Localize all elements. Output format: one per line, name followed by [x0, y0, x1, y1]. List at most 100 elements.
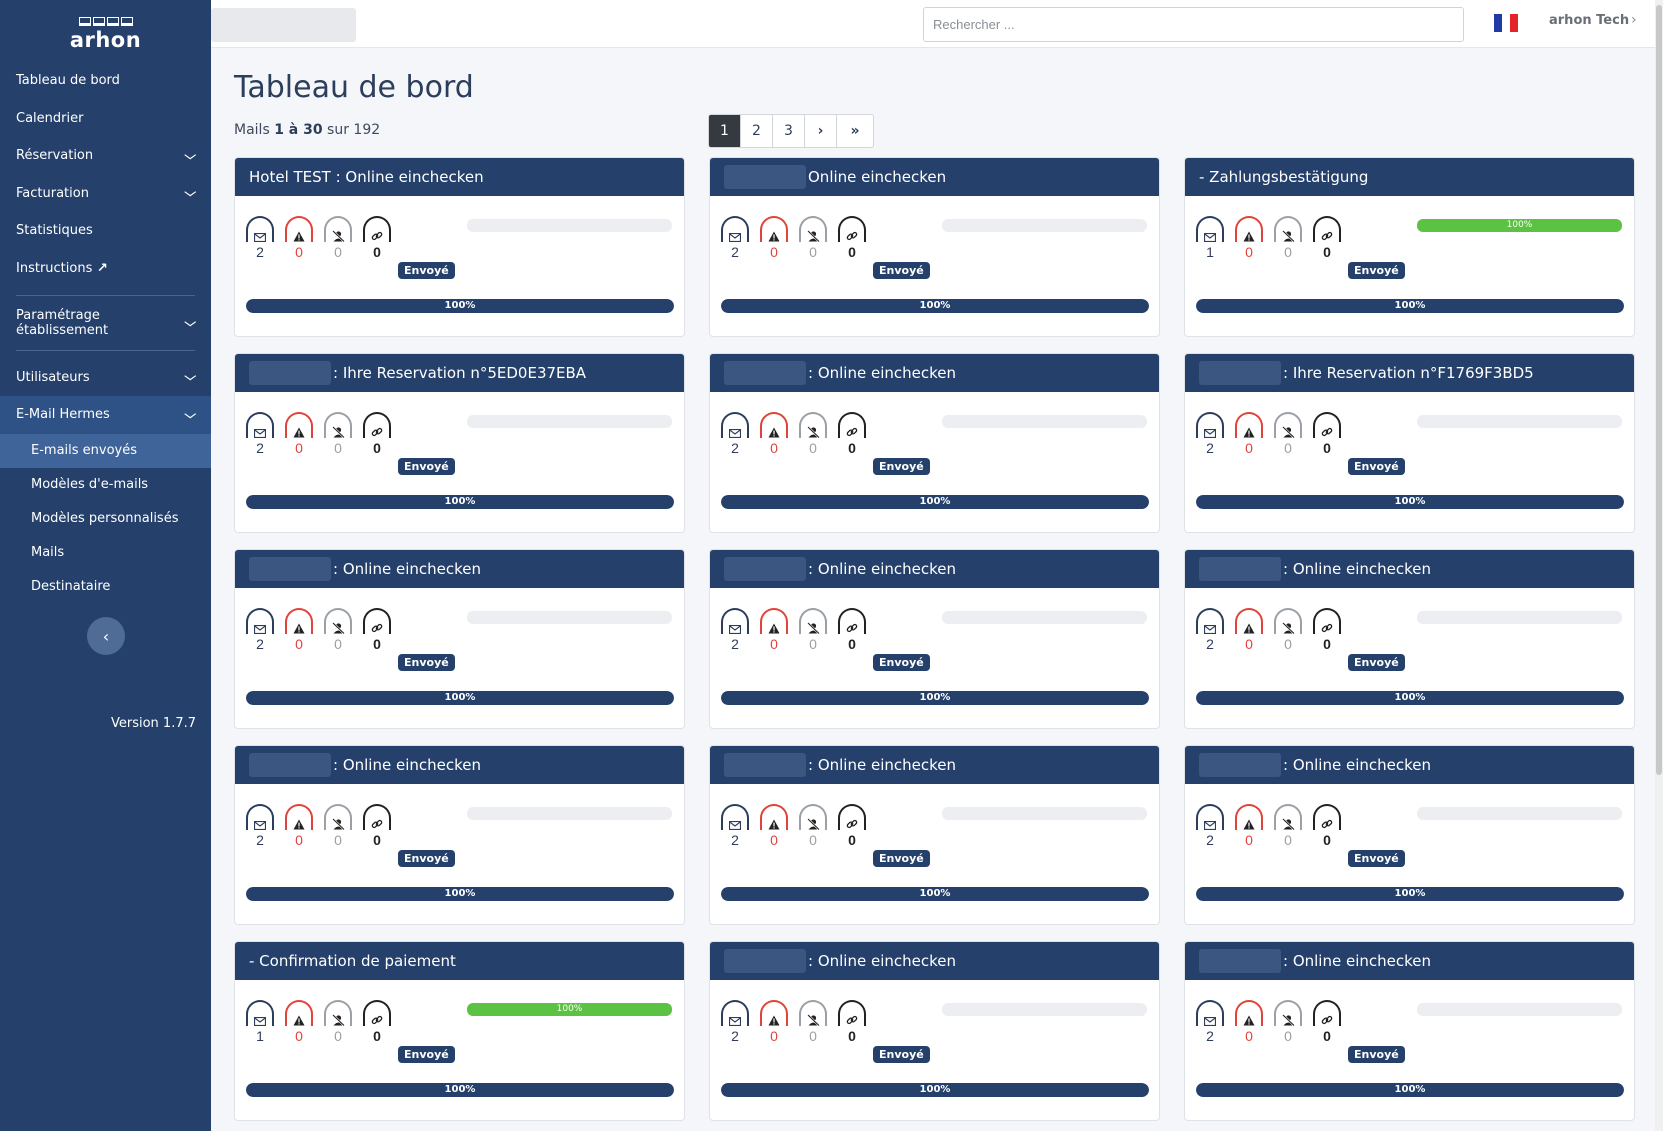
card-stats: 2000	[246, 804, 391, 848]
send-progress-fill: 100%	[721, 299, 1149, 313]
mail-card[interactable]: : Online einchecken 2 0 0 0 Envoyé 100%	[1184, 549, 1635, 729]
send-progress-fill: 100%	[721, 1083, 1149, 1097]
warning-stat: 0	[760, 412, 788, 456]
mail-stat: 2	[1196, 608, 1224, 652]
mail-stat: 2	[1196, 412, 1224, 456]
warn-count: 0	[1245, 636, 1253, 652]
mail-card[interactable]: : Online einchecken 2 0 0 0 Envoyé 100%	[1184, 745, 1635, 925]
send-progress-fill: 100%	[246, 1083, 674, 1097]
logo-mark-icon	[78, 16, 133, 26]
link-count: 0	[848, 636, 856, 652]
blocked-count: 0	[1284, 636, 1292, 652]
blocked-user-stat: 0	[799, 216, 827, 260]
warning-icon	[760, 608, 788, 634]
link-stat: 0	[838, 608, 866, 652]
link-count: 0	[1323, 440, 1331, 456]
send-progress-fill: 100%	[246, 299, 674, 313]
card-title-text: Online einchecken	[808, 168, 947, 186]
mail-card[interactable]: : Online einchecken 2 0 0 0 Envoyé 100%	[1184, 941, 1635, 1121]
next-page-button[interactable]: ›	[805, 115, 837, 147]
send-progress-fill: 100%	[721, 887, 1149, 901]
sidebar-item-e-mail-hermes[interactable]: E-Mail Hermes ⌵	[0, 396, 211, 434]
warning-icon	[285, 216, 313, 242]
chevron-right-icon[interactable]: ›	[1631, 12, 1637, 28]
sidebar-item-label: Réservation	[16, 148, 94, 164]
sidebar-item-utilisateurs[interactable]: Utilisateurs ⌵	[0, 359, 211, 397]
page-1-button[interactable]: 1	[709, 115, 741, 147]
chevron-down-icon: ⌵	[183, 370, 196, 384]
send-progress-bar: 100%	[1196, 299, 1624, 313]
open-progress-bar: 100%	[1417, 219, 1622, 232]
blocked-count: 0	[809, 832, 817, 848]
fr-flag-icon[interactable]	[1494, 14, 1518, 32]
link-count: 0	[373, 1028, 381, 1044]
warn-count: 0	[295, 832, 303, 848]
sidebar-item-statistiques[interactable]: Statistiques	[0, 212, 211, 250]
link-count: 0	[848, 440, 856, 456]
user-menu[interactable]: arhon Tech	[1549, 13, 1629, 28]
sidebar-item-parametrage[interactable]: Paramétrage établissement ⌵	[0, 304, 211, 342]
warning-icon	[1235, 216, 1263, 242]
link-stat: 0	[838, 412, 866, 456]
card-title-text: - Confirmation de paiement	[249, 952, 456, 970]
blocked-count: 0	[334, 244, 342, 260]
blocked-user-stat: 0	[799, 412, 827, 456]
mail-card[interactable]: - Confirmation de paiement 1 0 0 0 100% Envoyé…	[234, 941, 685, 1121]
search-input[interactable]	[923, 7, 1464, 42]
sidebar-subitem-e-mails-envoyes[interactable]: E-mails envoyés	[0, 433, 211, 468]
send-progress-bar: 100%	[1196, 495, 1624, 509]
sidebar-item-instructions[interactable]: Instructions ↗	[0, 250, 211, 288]
page-scrollbar[interactable]	[1655, 0, 1663, 1131]
mail-card[interactable]: : Online einchecken 2 0 0 0 Envoyé 100%	[709, 549, 1160, 729]
warning-stat: 0	[1235, 608, 1263, 652]
redacted-text	[1199, 361, 1281, 385]
mail-card[interactable]: - Zahlungsbestätigung 1 0 0 0 100% Envoyé 100%	[1184, 157, 1635, 337]
card-title: : Ihre Reservation n°5ED0E37EBA	[235, 354, 684, 392]
sidebar-item-calendrier[interactable]: Calendrier	[0, 100, 211, 138]
logo[interactable]: arhon	[0, 0, 211, 62]
card-title-text: : Online einchecken	[1283, 756, 1431, 774]
link-icon	[838, 412, 866, 438]
sidebar-item-label: Paramétrage établissement	[16, 307, 109, 338]
sidebar-item-label: Facturation	[16, 185, 89, 201]
mail-card[interactable]: : Online einchecken 2 0 0 0 Envoyé 100%	[709, 745, 1160, 925]
card-stats: 1 0 0 0	[1196, 216, 1341, 260]
mail-card[interactable]: Hotel TEST : Online einchecken 2 0 0 0 Envoyé…	[234, 157, 685, 337]
card-title-text: : Ihre Reservation n°F1769F3BD5	[1283, 364, 1534, 382]
page-3-button[interactable]: 3	[773, 115, 805, 147]
mail-card[interactable]: : Ihre Reservation n°5ED0E37EBA 2 0 0 0 Envoy…	[234, 353, 685, 533]
redacted-text	[249, 361, 331, 385]
mail-icon	[1196, 412, 1224, 438]
sidebar-item-reservation[interactable]: Réservation ⌵	[0, 137, 211, 175]
redacted-establishment	[211, 8, 356, 42]
card-title: : Online einchecken	[710, 354, 1159, 392]
sidebar-item-tableau-de-bord[interactable]: Tableau de bord	[0, 62, 211, 100]
send-progress-fill: 100%	[721, 495, 1149, 509]
card-title-text: : Online einchecken	[333, 756, 481, 774]
open-progress-bar	[1417, 807, 1622, 820]
status-badge: Envoyé	[873, 262, 930, 279]
mail-card[interactable]: Online einchecken 2 0 0 0 Envoyé 100%	[709, 157, 1160, 337]
last-page-button[interactable]: »	[837, 115, 873, 147]
chevron-down-icon: ⌵	[183, 148, 196, 162]
sidebar-subitem-destinataire[interactable]: Destinataire	[0, 570, 211, 604]
link-stat: 0	[363, 804, 391, 848]
page-2-button[interactable]: 2	[741, 115, 773, 147]
mail-card[interactable]: : Ihre Reservation n°F1769F3BD5 2 0 0 0 Envoy…	[1184, 353, 1635, 533]
mail-card[interactable]: : Online einchecken 2 0 0 0 Envoyé 100%	[234, 745, 685, 925]
sidebar-collapse-button[interactable]: ‹	[87, 617, 125, 655]
mail-card[interactable]: : Online einchecken 2 0 0 0 Envoyé 100%	[709, 941, 1160, 1121]
status-badge: Envoyé	[398, 458, 455, 475]
sidebar-subitem-modeles-d-e-mails[interactable]: Modèles d'e-mails	[0, 468, 211, 502]
sidebar-item-facturation[interactable]: Facturation ⌵	[0, 175, 211, 213]
sidebar-subitem-modeles-personnalises[interactable]: Modèles personnalisés	[0, 502, 211, 536]
mail-card[interactable]: : Online einchecken 2 0 0 0 Envoyé 100%	[709, 353, 1160, 533]
mail-count: 2	[256, 440, 264, 456]
link-stat: 0	[1313, 216, 1341, 260]
card-title: : Online einchecken	[1185, 550, 1634, 588]
card-stats: 2000	[246, 608, 391, 652]
sidebar-subitem-mails[interactable]: Mails	[0, 536, 211, 570]
link-icon	[363, 1000, 391, 1026]
mail-card[interactable]: : Online einchecken 2 0 0 0 Envoyé 100%	[234, 549, 685, 729]
mail-icon	[1196, 608, 1224, 634]
